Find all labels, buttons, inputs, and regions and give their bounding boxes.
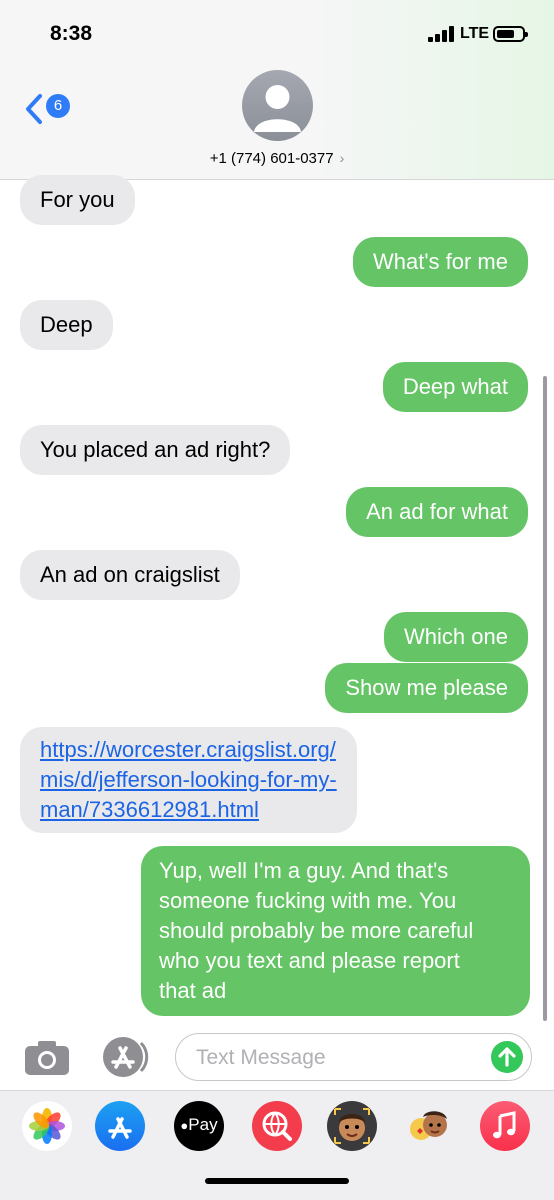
contact-name[interactable]: +1 (774) 601-0377 › [0, 150, 554, 167]
camera-icon[interactable] [24, 1040, 70, 1076]
message-line: someone fucking with me. You [159, 888, 457, 913]
apple-pay-app-icon[interactable]: ●Pay [174, 1101, 224, 1151]
scrollbar[interactable] [543, 376, 547, 1021]
apple-pay-label: Pay [188, 1115, 218, 1134]
app-store-icon[interactable] [99, 1035, 151, 1079]
memoji-stickers-app-icon[interactable] [403, 1101, 453, 1151]
message-line: Yup, well I'm a guy. And that's [159, 858, 449, 883]
outgoing-message[interactable]: Yup, well I'm a guy. And that's someone … [141, 846, 530, 1016]
outgoing-message[interactable]: What's for me [352, 237, 528, 287]
text-message-input[interactable] [194, 1044, 474, 1072]
status-bar: 8:38 LTE [0, 0, 554, 62]
outgoing-message[interactable]: Which one [384, 612, 528, 662]
incoming-message[interactable]: For you [20, 175, 135, 225]
incoming-message[interactable]: An ad on craigslist [20, 550, 240, 600]
battery-icon [493, 26, 528, 42]
contact-avatar[interactable] [242, 70, 313, 141]
contact-number[interactable]: +1 (774) 601-0377 [210, 150, 334, 167]
incoming-link-message[interactable]: https://worcester.craigslist.org/ mis/d/… [20, 727, 357, 833]
incoming-message[interactable]: Deep [20, 300, 113, 350]
app-store-app-icon[interactable] [95, 1101, 145, 1151]
photos-app-icon[interactable] [22, 1101, 72, 1151]
message-line: should probably be more careful [159, 918, 474, 943]
signal-strength-icon [428, 26, 456, 42]
home-indicator[interactable] [205, 1178, 349, 1184]
chevron-right-icon: › [339, 150, 345, 166]
craigslist-link-line[interactable]: mis/d/jefferson-looking-for-my- [40, 767, 337, 792]
outgoing-message[interactable]: An ad for what [346, 487, 528, 537]
message-line: who you text and please report [159, 948, 460, 973]
incoming-message[interactable]: You placed an ad right? [20, 425, 291, 475]
craigslist-link-line[interactable]: man/7336612981.html [40, 797, 259, 822]
music-app-icon[interactable] [480, 1101, 530, 1151]
craigslist-link-line[interactable]: https://worcester.craigslist.org/ [40, 737, 336, 762]
message-input-field[interactable] [175, 1033, 532, 1081]
status-time: 8:38 [50, 22, 93, 45]
network-type: LTE [460, 25, 490, 42]
unread-count-badge[interactable]: 6 [46, 94, 70, 118]
web-search-app-icon[interactable] [252, 1101, 302, 1151]
outgoing-message[interactable]: Show me please [325, 663, 528, 713]
outgoing-message[interactable]: Deep what [382, 362, 528, 412]
message-line: that ad [159, 978, 227, 1003]
send-arrow-icon[interactable] [491, 1041, 523, 1073]
memoji-app-icon[interactable] [327, 1101, 377, 1151]
